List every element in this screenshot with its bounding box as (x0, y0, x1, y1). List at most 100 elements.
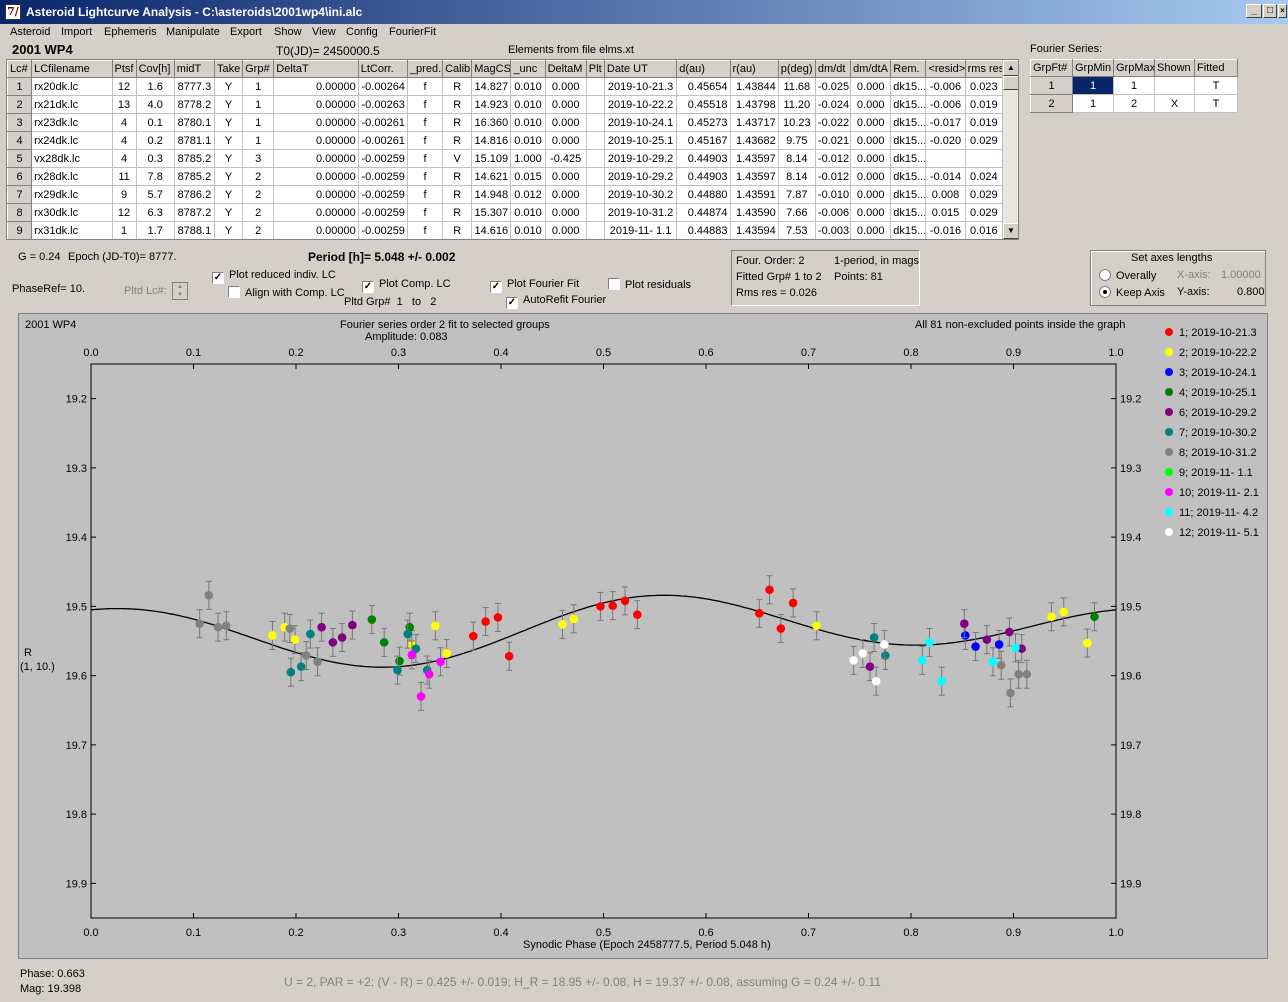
lc-table-cell[interactable]: 1.000 (510, 149, 546, 168)
lc-table-cell[interactable]: 4 (111, 113, 137, 132)
lc-table-cell[interactable]: rx23dk.lc (31, 113, 113, 132)
lc-table-cell[interactable]: 2 (242, 185, 275, 204)
menu-import[interactable]: Import (61, 26, 92, 38)
lc-table-cell[interactable]: -0.006 (925, 77, 966, 96)
lc-table-cell[interactable]: f (406, 95, 444, 114)
fs-table-cell[interactable]: 1 (1072, 76, 1114, 95)
lc-table-cell[interactable] (585, 77, 605, 96)
lc-table-cell[interactable]: f (406, 131, 444, 150)
lc-col-header[interactable]: dm/dt (814, 60, 852, 78)
lc-table-cell[interactable]: V (442, 149, 473, 168)
lc-col-header[interactable]: Ptsf (111, 60, 137, 78)
lc-table-cell[interactable]: 0.000 (850, 149, 892, 168)
lc-table-cell[interactable]: 3 (242, 149, 275, 168)
lc-table-cell[interactable]: 1 (242, 113, 275, 132)
lc-table-cell[interactable]: -0.003 (814, 221, 852, 239)
lc-table-cell[interactable]: 13 (111, 95, 137, 114)
lc-table-cell[interactable]: Y (213, 95, 244, 114)
lc-table-cell[interactable]: 6 (7, 167, 33, 186)
lightcurve-chart[interactable]: 0.0 0.0 0.1 0.1 0.2 0.2 0.3 0.3 0.4 0.4 0.5 0.5 0.6 0… (19, 314, 1269, 960)
lc-table-cell[interactable]: 0.00000 (273, 131, 359, 150)
lc-table-cell[interactable] (585, 203, 605, 222)
lc-table-cell[interactable]: 0.010 (510, 203, 546, 222)
lc-table-cell[interactable]: 0.44874 (676, 203, 731, 222)
lc-table-cell[interactable]: 0.029 (964, 185, 1004, 204)
lc-table-cell[interactable]: Y (213, 167, 244, 186)
lc-table-cell[interactable]: 1.43591 (729, 185, 779, 204)
lc-table-cell[interactable]: 1.43597 (729, 149, 779, 168)
lc-table-cell[interactable]: 0.2 (135, 131, 175, 150)
scroll-thumb[interactable] (1003, 76, 1018, 90)
lc-table-cell[interactable]: 8786.2 (173, 185, 215, 204)
lc-table-cell[interactable]: dk15... (890, 77, 927, 96)
lc-table-row[interactable]: 7 rx29dk.lc 9 5.7 8786.2 Y 2 0.00000 -0.00259 f R 1… (7, 185, 1004, 204)
x-axis-value[interactable]: 1.00000 (1221, 269, 1261, 281)
menu-export[interactable]: Export (230, 26, 262, 38)
lc-col-header[interactable]: r(au) (729, 60, 779, 78)
lc-table-cell[interactable]: -0.00259 (357, 221, 408, 239)
lc-table-cell[interactable]: Y (213, 149, 244, 168)
lc-table-cell[interactable]: Y (213, 203, 244, 222)
lc-table-cell[interactable]: 0.016 (964, 221, 1004, 239)
lc-table-cell[interactable]: 9 (7, 221, 33, 239)
lc-table-row[interactable]: 5 vx28dk.lc 4 0.3 8785.2 Y 3 0.00000 -0.00259 f V 1… (7, 149, 1004, 168)
lc-table-cell[interactable]: rx29dk.lc (31, 185, 113, 204)
lc-col-header[interactable]: Cov[h] (135, 60, 175, 78)
lc-table-cell[interactable]: -0.006 (814, 203, 852, 222)
fs-col-header[interactable]: GrpMax (1113, 59, 1155, 77)
fs-table-cell[interactable]: T (1194, 94, 1238, 113)
lc-table-cell[interactable]: 2 (7, 95, 33, 114)
lc-table-cell[interactable]: 8788.1 (173, 221, 215, 239)
lc-table-cell[interactable]: 7.87 (777, 185, 816, 204)
lc-table-cell[interactable]: 1 (7, 77, 33, 96)
lc-table-cell[interactable]: 2019-10-22.2 (603, 95, 678, 114)
lc-col-header[interactable]: rms res (964, 60, 1004, 78)
lc-table-cell[interactable]: 1 (111, 221, 137, 239)
menu-asteroid[interactable]: Asteroid (10, 26, 50, 38)
lc-table-cell[interactable] (585, 95, 605, 114)
lc-table-cell[interactable]: 8780.1 (173, 113, 215, 132)
y-axis-value[interactable]: 0.800 (1237, 286, 1265, 298)
lightcurve-plot-panel[interactable]: 2001 WP4 Fourier series order 2 fit to s… (18, 313, 1268, 959)
lc-table-cell[interactable]: -0.425 (544, 149, 587, 168)
lc-table-cell[interactable]: 0.45518 (676, 95, 731, 114)
lc-table-cell[interactable]: -0.00261 (357, 113, 408, 132)
lc-table-cell[interactable]: -0.00259 (357, 203, 408, 222)
lc-table-cell[interactable]: 1.43844 (729, 77, 779, 96)
lc-table-cell[interactable]: dk15... (890, 185, 927, 204)
lc-table-cell[interactable]: 0.029 (964, 203, 1004, 222)
lc-table-cell[interactable]: 0.00000 (273, 113, 359, 132)
lc-table-cell[interactable]: 0.00000 (273, 203, 359, 222)
lc-table-cell[interactable]: 0.00000 (273, 167, 359, 186)
lc-table-cell[interactable]: 1.43590 (729, 203, 779, 222)
lc-table-cell[interactable]: 0.000 (850, 113, 892, 132)
lc-table-cell[interactable]: 1 (242, 131, 275, 150)
lc-table-cell[interactable]: 1.6 (135, 77, 175, 96)
lc-col-header[interactable]: p(deg) (777, 60, 816, 78)
lc-table-cell[interactable]: f (406, 167, 444, 186)
lc-table-cell[interactable]: -0.021 (814, 131, 852, 150)
lc-table-cell[interactable]: f (406, 203, 444, 222)
lc-table-cell[interactable]: 14.816 (471, 131, 512, 150)
lc-table-cell[interactable]: 3 (7, 113, 33, 132)
lc-table-cell[interactable]: 1 (242, 95, 275, 114)
lc-table-cell[interactable] (585, 167, 605, 186)
fs-table-cell[interactable]: 2 (1030, 94, 1073, 113)
menu-show[interactable]: Show (274, 26, 302, 38)
lc-table-cell[interactable]: 0.000 (544, 167, 587, 186)
lc-table-cell[interactable]: 0.00000 (273, 149, 359, 168)
menu-view[interactable]: View (312, 26, 336, 38)
lc-table-cell[interactable]: dk15... (890, 95, 927, 114)
lc-table-cell[interactable]: rx20dk.lc (31, 77, 113, 96)
fs-table-cell[interactable]: X (1154, 94, 1195, 113)
lc-table-cell[interactable]: 0.00000 (273, 95, 359, 114)
lc-table-cell[interactable]: dk15... (890, 113, 927, 132)
menu-ephemeris[interactable]: Ephemeris (104, 26, 157, 38)
fs-col-header[interactable]: GrpMin (1072, 59, 1114, 77)
lc-table-cell[interactable]: 15.109 (471, 149, 512, 168)
lc-table-cell[interactable]: Y (213, 221, 244, 239)
lc-table-cell[interactable]: 4 (111, 149, 137, 168)
lc-table-cell[interactable]: -0.010 (814, 185, 852, 204)
lc-table-cell[interactable]: -0.00261 (357, 131, 408, 150)
lc-table-cell[interactable] (925, 149, 966, 168)
